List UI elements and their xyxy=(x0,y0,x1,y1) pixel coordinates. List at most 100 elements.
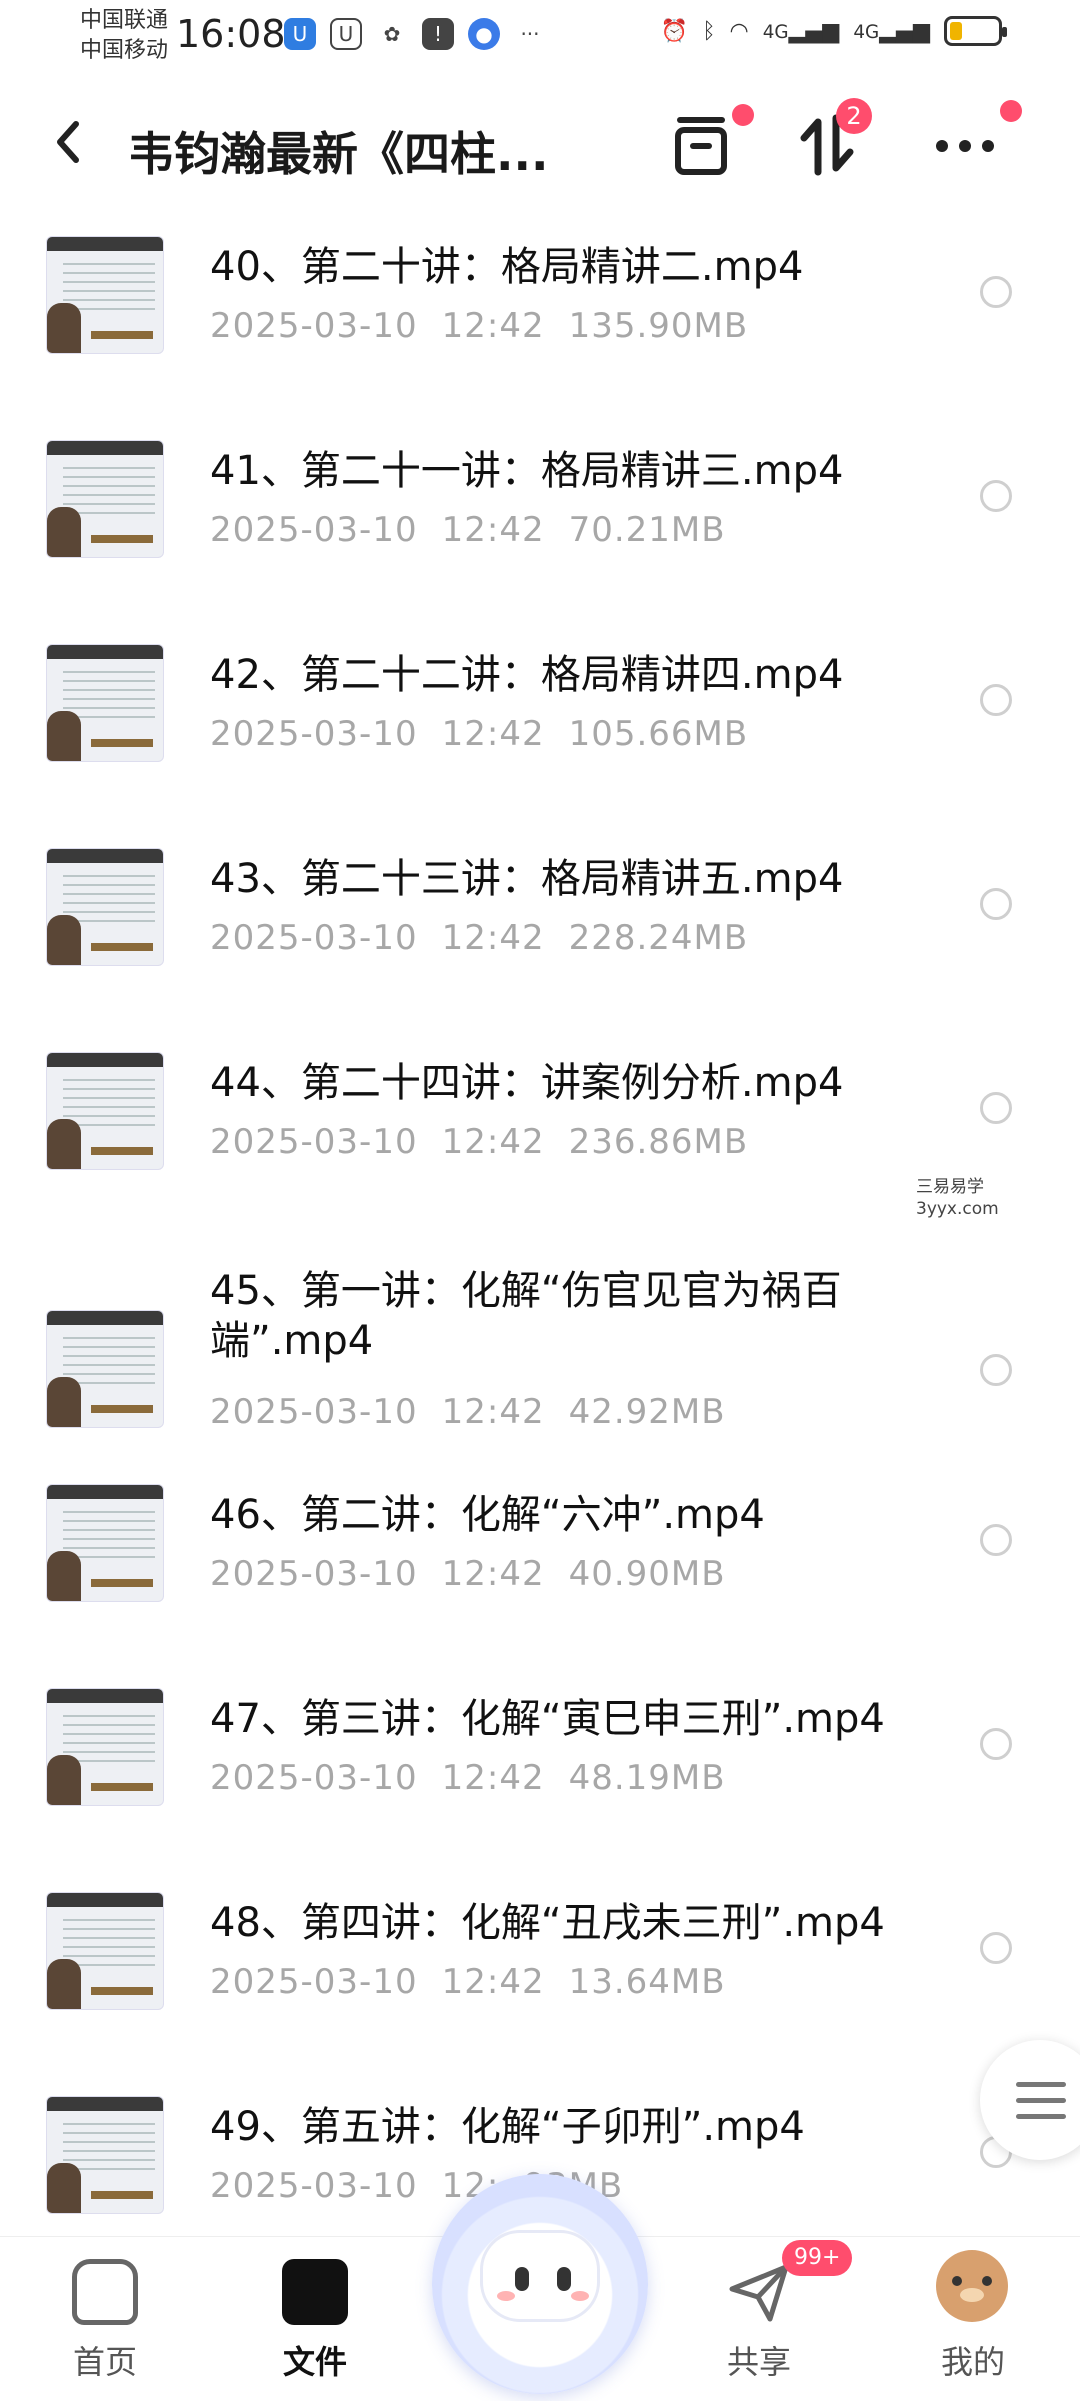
file-meta: 2025-03-10 12:42 70.21MB xyxy=(210,510,726,550)
file-size: 42.92MB xyxy=(568,1392,726,1432)
alarm-icon: ⏰ xyxy=(660,18,689,44)
file-size: 48.19MB xyxy=(568,1758,726,1798)
video-thumbnail xyxy=(46,644,164,762)
ai-assistant-face xyxy=(480,2230,600,2322)
ai-assistant-button[interactable] xyxy=(432,2174,648,2394)
file-date: 2025-03-10 xyxy=(210,1122,418,1162)
avatar[interactable] xyxy=(936,2250,1008,2322)
select-radio[interactable] xyxy=(980,1092,1012,1124)
file-name: 44、第二十四讲：讲案例分析.mp4 xyxy=(210,1060,844,1106)
file-size: 228.24MB xyxy=(568,918,749,958)
battery-icon xyxy=(944,16,1007,46)
signal-icon: 4G▂▄▆ xyxy=(762,18,840,44)
file-size: 105.66MB xyxy=(568,714,749,754)
transfer-count-badge: 2 xyxy=(836,98,872,134)
select-radio[interactable] xyxy=(980,276,1012,308)
top-app-bar: 韦钧瀚最新《四柱... 2 xyxy=(0,84,1080,204)
carrier-info: 中国联通 中国移动 xyxy=(80,6,168,66)
archive-dot-badge xyxy=(732,104,754,126)
file-name: 41、第二十一讲：格局精讲三.mp4 xyxy=(210,448,844,494)
file-date: 2025-03-10 xyxy=(210,1962,418,2002)
menu-icon-line xyxy=(1016,2082,1066,2087)
file-meta: 2025-03-10 12:42 105.66MB xyxy=(210,714,748,754)
notification-icons: U U ✿ ! ● ··· xyxy=(284,18,546,50)
file-time: 12:42 xyxy=(441,918,545,958)
file-date: 2025-03-10 xyxy=(210,1758,418,1798)
file-time: 12:42 xyxy=(441,1554,545,1594)
file-date: 2025-03-10 xyxy=(210,1392,418,1432)
file-meta: 2025-03-10 12:42 13.64MB xyxy=(210,1962,726,2002)
signal-icon: 4G▂▄▆ xyxy=(853,18,930,44)
wifi-icon: ◠ xyxy=(729,18,749,44)
file-time: 12:42 xyxy=(441,510,545,550)
select-radio[interactable] xyxy=(980,1932,1012,1964)
chevron-left-icon xyxy=(57,121,79,163)
select-radio[interactable] xyxy=(980,1354,1012,1386)
video-thumbnail xyxy=(46,236,164,354)
file-time: 12:42 xyxy=(441,1122,545,1162)
file-date: 2025-03-10 xyxy=(210,2166,418,2206)
nav-home-label: 首页 xyxy=(72,2343,137,2381)
file-date: 2025-03-10 xyxy=(210,714,418,754)
alert-icon: ! xyxy=(422,18,454,50)
more-horizontal-icon xyxy=(936,140,994,152)
file-size: 13.64MB xyxy=(568,1962,726,2002)
file-date: 2025-03-10 xyxy=(210,306,418,346)
nav-files[interactable]: 文件 xyxy=(240,2237,390,2401)
file-list-item[interactable]: 43、第二十三讲：格局精讲五.mp4 2025-03-10 12:42 228.24M… xyxy=(0,840,1080,1040)
file-name: 42、第二十二讲：格局精讲四.mp4 xyxy=(210,652,844,698)
nav-share-label: 共享 xyxy=(726,2343,791,2381)
archive-icon xyxy=(675,117,727,175)
file-size: 70.21MB xyxy=(568,510,726,550)
select-radio[interactable] xyxy=(980,888,1012,920)
file-name: 49、第五讲：化解“子卯刑”.mp4 xyxy=(210,2104,805,2150)
file-meta: 2025-03-10 12:42 48.19MB xyxy=(210,1758,726,1798)
file-time: 12:42 xyxy=(441,306,545,346)
select-radio[interactable] xyxy=(980,480,1012,512)
video-thumbnail xyxy=(46,1310,164,1428)
file-list-item[interactable]: 42、第二十二讲：格局精讲四.mp4 2025-03-10 12:42 105.66M… xyxy=(0,636,1080,836)
file-name: 47、第三讲：化解“寅巳申三刑”.mp4 xyxy=(210,1696,885,1742)
file-list-item[interactable]: 47、第三讲：化解“寅巳申三刑”.mp4 2025-03-10 12:42 48.19… xyxy=(0,1680,1080,1880)
file-size: 236.86MB xyxy=(568,1122,749,1162)
nav-files-label: 文件 xyxy=(282,2343,347,2381)
file-list-item[interactable]: 40、第二十讲：格局精讲二.mp4 2025-03-10 12:42 135.90MB xyxy=(0,228,1080,428)
select-radio[interactable] xyxy=(980,684,1012,716)
video-thumbnail xyxy=(46,1052,164,1170)
watermark: 三易易学 3yyx.com xyxy=(916,1177,999,1219)
back-button[interactable] xyxy=(48,114,96,174)
transfer-button[interactable]: 2 xyxy=(794,98,872,180)
file-time: 12:42 xyxy=(441,1392,545,1432)
file-list-item[interactable]: 48、第四讲：化解“丑戌未三刑”.mp4 2025-03-10 12:42 13.64… xyxy=(0,1884,1080,2084)
file-size: 135.90MB xyxy=(568,306,749,346)
menu-icon-line xyxy=(1016,2098,1066,2103)
video-thumbnail xyxy=(46,1688,164,1806)
paper-plane-icon xyxy=(729,2264,789,2322)
file-name: 48、第四讲：化解“丑戌未三刑”.mp4 xyxy=(210,1900,885,1946)
file-name: 40、第二十讲：格局精讲二.mp4 xyxy=(210,244,804,290)
file-meta: 2025-03-10 12:42 135.90MB xyxy=(210,306,748,346)
more-notifications-icon: ··· xyxy=(520,22,540,46)
file-list-item[interactable]: 41、第二十一讲：格局精讲三.mp4 2025-03-10 12:42 70.21MB xyxy=(0,432,1080,632)
select-radio[interactable] xyxy=(980,1728,1012,1760)
browser-icon: ● xyxy=(468,18,500,50)
file-date: 2025-03-10 xyxy=(210,918,418,958)
nav-mine-label: 我的 xyxy=(940,2343,1005,2381)
archive-button[interactable] xyxy=(666,104,754,180)
select-radio[interactable] xyxy=(980,1524,1012,1556)
more-button[interactable] xyxy=(930,100,1022,180)
menu-icon-line xyxy=(1016,2114,1066,2119)
file-time: 12:42 xyxy=(441,1962,545,2002)
file-list-item[interactable]: 46、第二讲：化解“六冲”.mp4 2025-03-10 12:42 40.90MB xyxy=(0,1476,1080,1676)
paw-icon: ✿ xyxy=(376,18,408,50)
status-clock: 16:08 xyxy=(176,12,286,56)
home-icon xyxy=(72,2259,138,2325)
status-bar: 中国联通 中国移动 16:08 U U ✿ ! ● ··· ⏰ ᛒ ◠ 4G▂▄… xyxy=(0,0,1080,72)
file-list-item[interactable]: 45、第一讲：化解“伤官见官为祸百端”.mp4 2025-03-10 12:42 42… xyxy=(0,1252,1080,1472)
carrier-unicom: 中国联通 xyxy=(80,8,169,33)
file-date: 2025-03-10 xyxy=(210,510,418,550)
nav-home[interactable]: 首页 xyxy=(30,2237,180,2401)
file-name: 46、第二讲：化解“六冲”.mp4 xyxy=(210,1492,765,1538)
share-count-badge: 99+ xyxy=(782,2240,853,2276)
battery-level xyxy=(950,22,962,40)
